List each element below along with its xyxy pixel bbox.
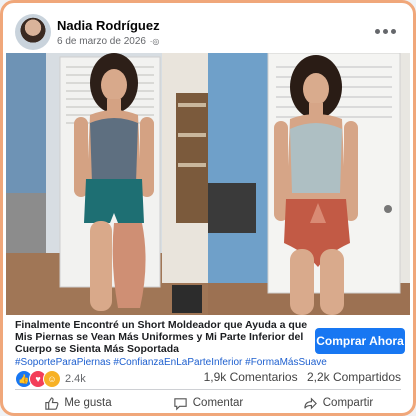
post-date-line: 6 de marzo de 2026 ·◎ [57,36,159,47]
post-date[interactable]: 6 de marzo de 2026 [57,36,146,47]
like-label: Me gusta [64,397,112,409]
like-button[interactable]: Me gusta [13,393,143,413]
engagement-counts: 1,9k Comentarios 2,2k Compartidos [204,370,401,384]
ad-caption: Finalmente Encontré un Short Moldeador q… [15,319,327,368]
reaction-count: 2.4k [65,373,86,385]
shop-now-button[interactable]: Comprar Ahora [315,328,405,354]
post-stats: 👍 ♥ ☺ 2.4k 1,9k Comentarios 2,2k Compart… [15,369,401,388]
comments-count[interactable]: 1,9k Comentarios [204,370,298,384]
share-icon [304,396,317,410]
post-actions: Me gusta Comentar Compartir [13,393,403,413]
share-label: Compartir [322,397,374,409]
post-header: Nadia Rodríguez 6 de marzo de 2026 ·◎ [13,11,403,51]
more-options-icon[interactable] [369,21,401,41]
ad-headline[interactable]: Finalmente Encontré un Short Moldeador q… [15,319,311,355]
divider [15,389,401,390]
share-button[interactable]: Compartir [273,393,403,413]
comment-button[interactable]: Comentar [143,393,273,413]
globe-icon: ·◎ [149,37,160,46]
shares-count[interactable]: 2,2k Compartidos [307,370,401,384]
before-after-image [6,53,410,315]
thumbs-up-outline-icon [45,396,59,410]
author-name[interactable]: Nadia Rodríguez [57,18,160,33]
comment-label: Comentar [192,397,244,409]
ad-post-card: Nadia Rodríguez 6 de marzo de 2026 ·◎ Fi… [0,0,416,416]
avatar[interactable] [15,14,51,50]
post-photo[interactable] [6,53,410,315]
hashtags[interactable]: #SoporteParaPiernas #ConfianzaEnLaParteI… [15,357,327,368]
reactions-summary[interactable]: 👍 ♥ ☺ 2.4k [15,370,86,388]
care-emoji-icon: ☺ [43,370,61,388]
comment-icon [174,397,187,410]
